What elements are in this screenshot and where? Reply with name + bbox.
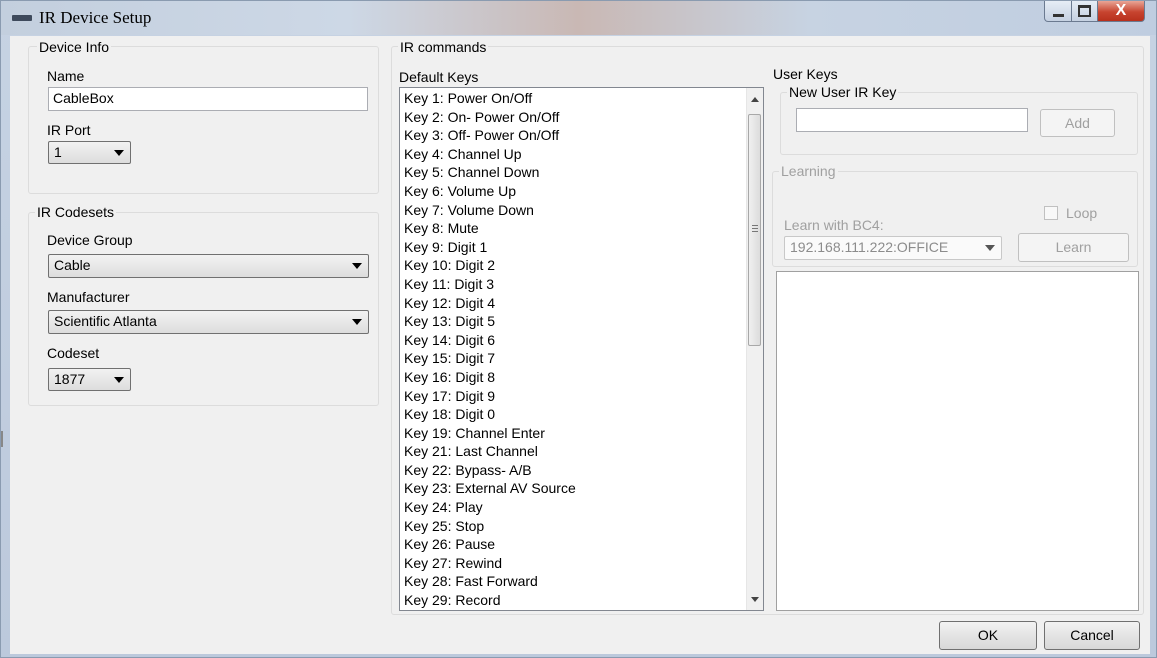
list-item[interactable]: Key 22: Bypass- A/B <box>404 461 576 480</box>
close-button[interactable]: X <box>1098 1 1145 22</box>
scroll-down-icon[interactable] <box>751 597 759 602</box>
list-item[interactable]: Key 27: Rewind <box>404 554 576 573</box>
device-group-dropdown[interactable]: Cable <box>48 254 369 278</box>
frame-marker <box>1 431 3 447</box>
ir-codesets-group: IR Codesets Device Group Cable Manufactu… <box>28 204 379 406</box>
learn-button[interactable]: Learn <box>1018 233 1129 262</box>
list-item[interactable]: Key 4: Channel Up <box>404 145 576 164</box>
list-item[interactable]: Key 12: Digit 4 <box>404 294 576 313</box>
list-item[interactable]: Key 11: Digit 3 <box>404 275 576 294</box>
chevron-down-icon <box>985 245 995 251</box>
list-item[interactable]: Key 28: Fast Forward <box>404 572 576 591</box>
list-item[interactable]: Key 8: Mute <box>404 219 576 238</box>
new-user-ir-key-group: New User IR Key Add <box>780 84 1138 155</box>
ok-button[interactable]: OK <box>939 621 1037 650</box>
app-icon <box>12 15 32 21</box>
maximize-button[interactable] <box>1072 1 1098 22</box>
scroll-up-icon[interactable] <box>751 97 759 102</box>
manufacturer-value: Scientific Atlanta <box>54 313 157 329</box>
loop-checkbox[interactable] <box>1044 206 1058 220</box>
list-item[interactable]: Key 14: Digit 6 <box>404 331 576 350</box>
chevron-down-icon <box>114 150 124 156</box>
minimize-icon <box>1052 13 1064 17</box>
manufacturer-label: Manufacturer <box>47 289 130 305</box>
chevron-down-icon <box>352 263 362 269</box>
ir-commands-group: IR commands Default Keys Key 1: Power On… <box>391 39 1144 615</box>
ir-port-value: 1 <box>54 144 62 160</box>
list-item[interactable]: Key 29: Record <box>404 591 576 610</box>
chevron-down-icon <box>352 319 362 325</box>
ir-commands-legend: IR commands <box>398 39 489 55</box>
learn-with-label: Learn with BC4: <box>784 217 884 233</box>
default-keys-items: Key 1: Power On/Off Key 2: On- Power On/O… <box>404 89 576 610</box>
new-user-key-input[interactable] <box>796 108 1028 132</box>
grip-icon <box>752 225 758 234</box>
chevron-down-icon <box>114 377 124 383</box>
list-item[interactable]: Key 26: Pause <box>404 535 576 554</box>
list-item[interactable]: Key 21: Last Channel <box>404 442 576 461</box>
list-item[interactable]: Key 15: Digit 7 <box>404 349 576 368</box>
learning-legend: Learning <box>779 163 838 179</box>
list-item[interactable]: Key 7: Volume Down <box>404 201 576 220</box>
device-info-group: Device Info Name CableBox IR Port 1 <box>28 39 379 194</box>
ir-port-dropdown[interactable]: 1 <box>48 141 131 164</box>
learn-button-label: Learn <box>1055 239 1092 255</box>
dialog-client-area: Device Info Name CableBox IR Port 1 IR C… <box>10 36 1150 654</box>
list-item[interactable]: Key 1: Power On/Off <box>404 89 576 108</box>
list-item[interactable]: Key 18: Digit 0 <box>404 405 576 424</box>
minimize-button[interactable] <box>1044 1 1072 22</box>
title-bar[interactable]: IR Device Setup X <box>1 1 1156 35</box>
loop-label: Loop <box>1066 205 1098 221</box>
list-item[interactable]: Key 17: Digit 9 <box>404 387 576 406</box>
window-title: IR Device Setup <box>39 8 152 27</box>
list-item[interactable]: Key 2: On- Power On/Off <box>404 108 576 127</box>
list-item[interactable]: Key 3: Off- Power On/Off <box>404 126 576 145</box>
maximize-icon <box>1078 5 1091 17</box>
device-group-value: Cable <box>54 257 91 273</box>
device-group-label: Device Group <box>47 232 133 248</box>
ir-device-setup-window: IR Device Setup X Device Info Name Cable… <box>0 0 1157 658</box>
ir-codesets-legend: IR Codesets <box>35 204 117 220</box>
learning-group: Learning Loop Learn with BC4: 192.168.11… <box>772 163 1138 267</box>
user-keys-list[interactable] <box>776 271 1139 611</box>
cancel-button-label: Cancel <box>1070 627 1114 643</box>
ok-button-label: OK <box>977 627 999 643</box>
name-label: Name <box>47 68 85 84</box>
default-keys-list[interactable]: Key 1: Power On/Off Key 2: On- Power On/O… <box>399 87 764 611</box>
add-button-label: Add <box>1065 115 1090 131</box>
device-info-legend: Device Info <box>37 39 112 55</box>
list-item[interactable]: Key 23: External AV Source <box>404 479 576 498</box>
list-item[interactable]: Key 5: Channel Down <box>404 163 576 182</box>
learn-device-dropdown[interactable]: 192.168.111.222:OFFICE <box>784 236 1002 260</box>
list-item[interactable]: Key 24: Play <box>404 498 576 517</box>
list-item[interactable]: Key 13: Digit 5 <box>404 312 576 331</box>
learn-device-value: 192.168.111.222:OFFICE <box>790 239 949 255</box>
cancel-button[interactable]: Cancel <box>1044 621 1140 650</box>
name-input[interactable]: CableBox <box>48 87 368 111</box>
codeset-value: 1877 <box>54 371 86 387</box>
user-keys-label: User Keys <box>773 66 838 82</box>
caption-buttons: X <box>1044 1 1145 23</box>
codeset-dropdown[interactable]: 1877 <box>48 368 131 391</box>
list-item[interactable]: Key 19: Channel Enter <box>404 424 576 443</box>
vertical-scrollbar[interactable] <box>746 88 763 610</box>
list-item[interactable]: Key 6: Volume Up <box>404 182 576 201</box>
codeset-label: Codeset <box>47 345 100 361</box>
new-user-ir-key-legend: New User IR Key <box>787 84 899 100</box>
default-keys-label: Default Keys <box>399 69 479 85</box>
list-item[interactable]: Key 9: Digit 1 <box>404 238 576 257</box>
list-item[interactable]: Key 10: Digit 2 <box>404 256 576 275</box>
ir-port-label: IR Port <box>47 122 91 138</box>
close-icon: X <box>1115 2 1127 19</box>
manufacturer-dropdown[interactable]: Scientific Atlanta <box>48 310 369 334</box>
list-item[interactable]: Key 25: Stop <box>404 517 576 536</box>
list-item[interactable]: Key 16: Digit 8 <box>404 368 576 387</box>
add-button[interactable]: Add <box>1040 109 1115 137</box>
scrollbar-thumb[interactable] <box>748 114 761 346</box>
